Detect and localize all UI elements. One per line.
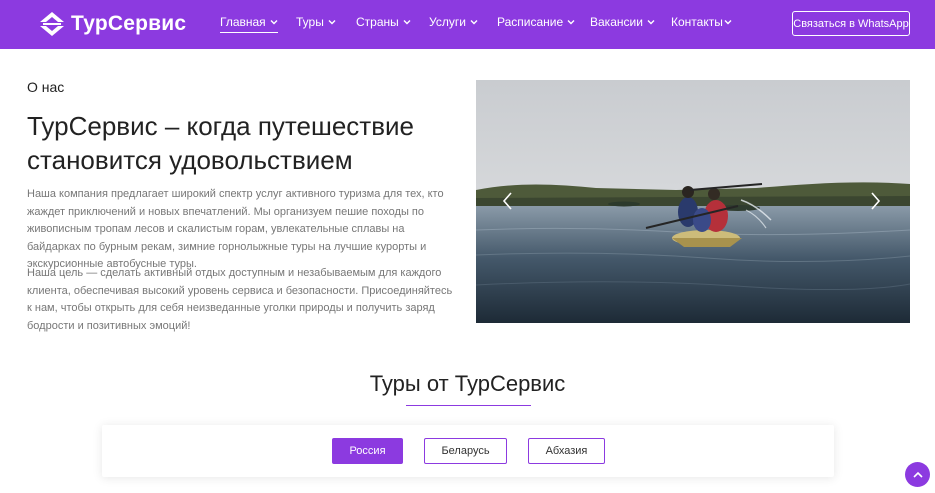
brand-name: ТурСервис	[71, 12, 187, 35]
nav-item-label: Туры	[296, 15, 324, 29]
nav-item-tours[interactable]: Туры	[296, 15, 336, 29]
logo[interactable]: ТурСервис	[37, 9, 186, 39]
scroll-to-top-button[interactable]	[905, 462, 930, 487]
about-paragraph-2: Наша цель — сделать активный отдых досту…	[27, 267, 453, 332]
plane-globe-logo-icon	[40, 12, 64, 36]
nav-item-label: Услуги	[429, 15, 466, 29]
chevron-down-icon	[403, 20, 411, 25]
chevron-down-icon	[470, 20, 478, 25]
chevron-right-icon[interactable]	[870, 191, 882, 211]
title-underline	[406, 405, 531, 406]
nav-item-schedule[interactable]: Расписание	[497, 15, 575, 29]
chevron-down-icon	[328, 20, 336, 25]
chevron-down-icon	[724, 20, 732, 25]
tab-belarus[interactable]: Беларусь	[424, 438, 507, 464]
chevron-up-icon	[912, 471, 923, 478]
tab-abkhazia[interactable]: Абхазия	[528, 438, 605, 464]
nav-item-home[interactable]: Главная	[220, 15, 278, 33]
tours-section-title: Туры от ТурСервис	[369, 371, 566, 396]
nav-item-services[interactable]: Услуги	[429, 15, 478, 29]
chevron-left-icon[interactable]	[501, 191, 513, 211]
nav-item-countries[interactable]: Страны	[356, 15, 411, 29]
kayak-river-photo	[476, 80, 910, 323]
chevron-down-icon	[647, 20, 655, 25]
hero-slider	[476, 80, 910, 323]
country-tabs: Россия Беларусь Абхазия	[102, 425, 834, 477]
about-paragraph-1: Наша компания предлагает широкий спектр …	[27, 188, 444, 270]
whatsapp-contact-button[interactable]: Связаться в WhatsApp	[792, 11, 910, 36]
chevron-down-icon	[567, 20, 575, 25]
nav-item-label: Контакты	[671, 15, 723, 29]
chevron-down-icon	[270, 20, 278, 25]
site-header: ТурСервис Главная Туры Страны Услуги Рас…	[0, 0, 935, 49]
tab-russia[interactable]: Россия	[332, 438, 403, 464]
nav-item-contacts[interactable]: Контакты	[671, 15, 732, 29]
about-kicker: О нас	[27, 79, 65, 95]
nav-item-label: Расписание	[497, 15, 564, 29]
nav-item-label: Вакансии	[590, 15, 643, 29]
nav-item-label: Страны	[356, 15, 399, 29]
about-title: ТурСервис – когда путешествие становится…	[27, 111, 415, 175]
nav-item-vacancies[interactable]: Вакансии	[590, 15, 655, 29]
nav-item-label: Главная	[220, 15, 266, 29]
